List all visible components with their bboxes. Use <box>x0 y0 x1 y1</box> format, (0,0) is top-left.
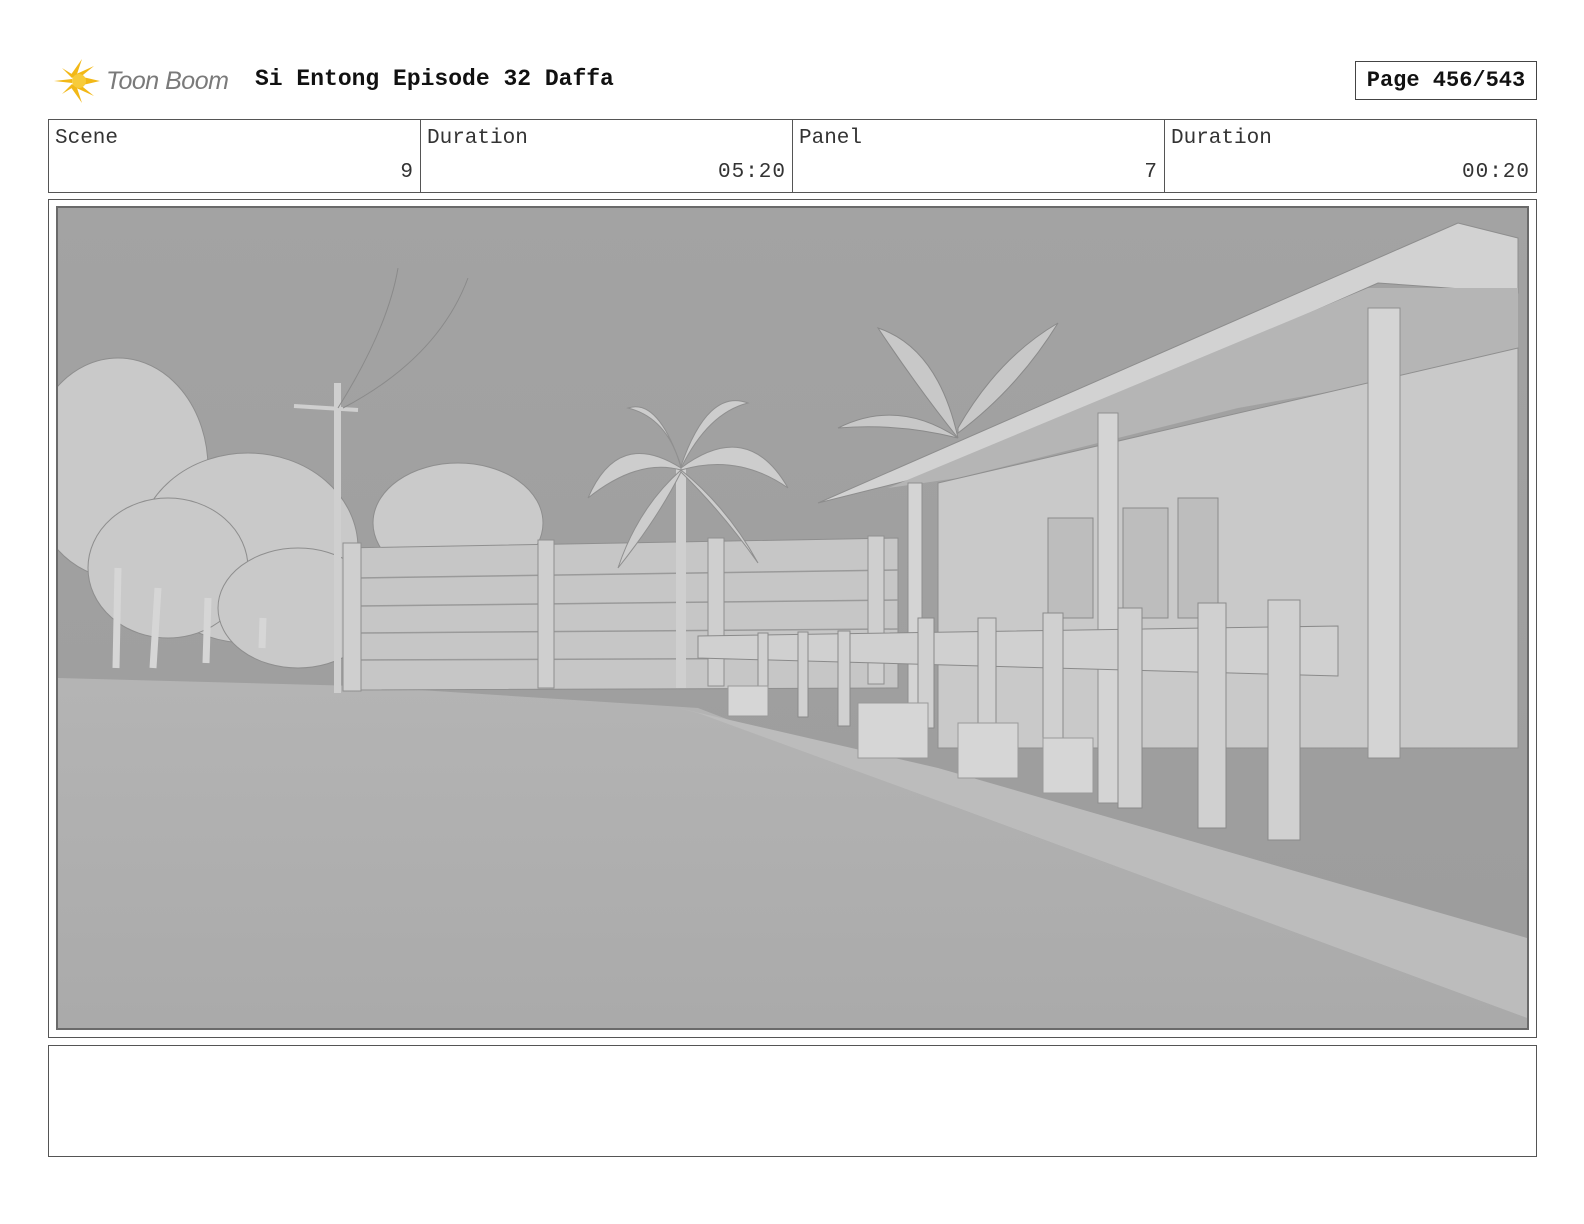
panel-image <box>56 206 1529 1030</box>
panel-label: Panel <box>799 127 863 150</box>
page-indicator: Page 456/543 <box>1355 61 1537 100</box>
scene-duration-cell: Duration 05:20 <box>421 120 793 192</box>
scene-duration-label: Duration <box>427 127 528 150</box>
toon-boom-logo: Toon Boom <box>52 56 242 106</box>
logo-text: Toon Boom <box>106 66 229 95</box>
panel-duration-label: Duration <box>1171 127 1272 150</box>
storyboard-title: Si Entong Episode 32 Daffa <box>255 66 614 92</box>
toon-boom-burst-icon <box>54 59 100 103</box>
utility-pole <box>334 383 341 693</box>
panel-duration-cell: Duration 00:20 <box>1165 120 1536 192</box>
scene-cell: Scene 9 <box>49 120 421 192</box>
scene-value: 9 <box>400 161 414 184</box>
scene-duration-value: 05:20 <box>717 161 786 184</box>
panel-notes-box <box>48 1045 1537 1157</box>
street-scene-render <box>58 208 1527 1028</box>
panel-value: 7 <box>1144 161 1158 184</box>
scene-label: Scene <box>55 127 119 150</box>
panel-cell: Panel 7 <box>793 120 1165 192</box>
panel-duration-value: 00:20 <box>1461 161 1530 184</box>
panel-info-table: Scene 9 Duration 05:20 Panel 7 Duration … <box>48 119 1537 193</box>
